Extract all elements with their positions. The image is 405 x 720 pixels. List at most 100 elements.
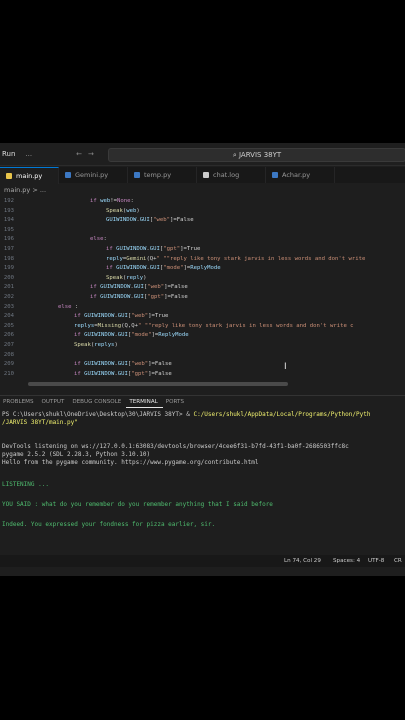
code-line[interactable]: 208 <box>0 351 405 359</box>
code-line[interactable]: 197 if GUIWINDOW.GUI["gpt"]=True <box>0 245 405 253</box>
code-token: GUI <box>117 361 128 368</box>
code-token: "web" <box>153 217 171 224</box>
panel-tab-terminal[interactable]: TERMINAL <box>126 396 163 408</box>
code-token: GUIWINDOW <box>106 217 137 224</box>
terminal-hello: Hello from the pygame community. https:/… <box>2 459 259 466</box>
code-text: else : <box>58 303 78 311</box>
panel-tab-ports[interactable]: PORTS <box>163 396 189 408</box>
code-token: ]=False <box>164 294 188 300</box>
code-token: GUIWINDOW <box>116 265 147 272</box>
code-token: GUIWINDOW <box>84 313 115 320</box>
code-token: ) <box>143 274 147 281</box>
code-token: GUIWINDOW <box>100 294 131 300</box>
tab-gemini-py[interactable]: Gemini.py <box>59 167 128 183</box>
code-token: : <box>71 303 79 310</box>
nav-arrows-icon[interactable]: ←→ <box>76 150 100 158</box>
status-spaces[interactable]: Spaces: 4 <box>333 558 360 564</box>
code-token: "mode" <box>131 332 152 339</box>
code-editor[interactable]: 192 if web!=None: 193 Speak(web) 194 GUIWINDO… <box>0 197 405 389</box>
code-token: " ""reply like tony stark jarvis in less… <box>156 255 366 262</box>
file-type-icon <box>65 172 71 178</box>
code-line[interactable]: 198 reply=Gemini(Q+" ""reply like tony st… <box>0 255 405 263</box>
code-line[interactable]: 210 if GUIWINDOW.GUI["gpt"]=False <box>0 370 405 378</box>
code-line[interactable]: 205 replys=Missing(Q,Q+" ""reply like ton… <box>0 322 405 330</box>
line-number: 204 <box>3 313 14 320</box>
code-token: reply <box>126 274 144 281</box>
code-line[interactable]: 194 GUIWINDOW.GUI["web"]=False <box>0 216 405 224</box>
panel-tab-output[interactable]: OUTPUT <box>39 396 70 408</box>
code-text: if web!=None: <box>90 197 134 205</box>
line-number: 192 <box>3 198 14 204</box>
terminal-script-path: /JARVIS 38YT/main.py" <box>2 419 78 426</box>
run-menu[interactable]: Run <box>2 150 15 158</box>
code-text: if GUIWINDOW.GUI["gpt"]=True <box>106 245 200 253</box>
command-search-box[interactable]: ⌕ JARVIS 38YT <box>108 148 405 162</box>
code-text: if GUIWINDOW.GUI["web"]=True <box>74 312 168 320</box>
code-token: "mode" <box>163 265 184 272</box>
horizontal-scrollbar[interactable] <box>28 382 288 386</box>
code-line[interactable]: 192 if web!=None: <box>0 197 405 205</box>
code-line[interactable]: 203 else : <box>0 303 405 311</box>
line-number: 196 <box>3 236 14 243</box>
code-token: replys <box>74 322 95 329</box>
tab-main-py[interactable]: main.py <box>0 167 59 184</box>
code-token: ) <box>136 207 140 214</box>
terminal-pygame: pygame 2.5.2 (SDL 2.28.3, Python 3.10.10… <box>2 451 151 458</box>
code-line[interactable]: 196 else: <box>0 235 405 243</box>
status-bar: Ln 74, Col 29 Spaces: 4 UTF-8 CR <box>0 555 405 567</box>
code-text: else: <box>90 235 107 243</box>
tab-chat-log[interactable]: chat.log <box>197 167 266 183</box>
status-cursor-position[interactable]: Ln 74, Col 29 <box>284 558 321 564</box>
code-token: (Q+ <box>146 255 157 262</box>
line-number: 197 <box>3 246 14 252</box>
line-number: 199 <box>3 265 14 272</box>
code-token: GUIWINDOW <box>84 370 115 377</box>
panel-tab-problems[interactable]: PROBLEMS <box>0 396 39 408</box>
code-line[interactable]: 206 if GUIWINDOW.GUI["mode"]=ReplyMode <box>0 331 405 339</box>
panel-tabs: PROBLEMS OUTPUT DEBUG CONSOLE TERMINAL PORTS <box>0 395 405 408</box>
code-token: else <box>58 303 72 310</box>
line-number: 205 <box>3 322 14 329</box>
code-line[interactable]: 204 if GUIWINDOW.GUI["web"]=True <box>0 312 405 320</box>
code-token: web <box>126 207 137 214</box>
code-line[interactable]: 199 if GUIWINDOW.GUI["mode"]=ReplyMode <box>0 264 405 272</box>
code-text: if GUIWINDOW.GUI["web"]=False <box>90 283 188 291</box>
code-token: GUI <box>139 217 150 224</box>
tab-label: Achar.py <box>282 171 311 179</box>
code-token: (Q,Q+ <box>121 322 139 329</box>
code-line[interactable]: 195 <box>0 226 405 234</box>
code-token: else <box>90 236 104 243</box>
code-token: "web" <box>147 284 165 291</box>
code-line[interactable]: 207 Speak(replys) <box>0 341 405 349</box>
terminal[interactable]: PS C:\Users\shukl\OneDrive\Desktop\30\JA… <box>0 411 405 561</box>
code-line[interactable]: 209 if GUIWINDOW.GUI["web"]=False <box>0 360 405 368</box>
code-text: reply=Gemini(Q+" ""reply like tony stark… <box>106 255 365 263</box>
code-token: if <box>106 246 117 252</box>
code-text: if GUIWINDOW.GUI["web"]=False <box>74 360 172 368</box>
status-encoding[interactable]: UTF-8 <box>368 558 384 564</box>
code-line[interactable]: 200 Speak(reply) <box>0 274 405 282</box>
line-number: 209 <box>3 361 14 368</box>
code-token: Speak <box>106 207 123 214</box>
line-number: 194 <box>3 217 14 224</box>
status-eol[interactable]: CR <box>394 558 402 564</box>
code-token: GUI <box>117 370 128 377</box>
panel-tab-debug-console[interactable]: DEBUG CONSOLE <box>69 396 126 408</box>
code-token: ]=False <box>148 361 172 368</box>
more-menu[interactable]: ... <box>25 150 32 158</box>
code-text: if GUIWINDOW.GUI["gpt"]=False <box>90 293 188 301</box>
code-line[interactable]: 201 if GUIWINDOW.GUI["web"]=False <box>0 283 405 291</box>
code-token: if <box>106 265 117 272</box>
tab-temp-py[interactable]: temp.py <box>128 167 197 183</box>
code-token: GUIWINDOW <box>116 246 147 252</box>
code-token: reply <box>106 255 123 262</box>
line-number: 193 <box>3 207 14 214</box>
breadcrumb[interactable]: main.py > ... <box>0 185 46 196</box>
code-line[interactable]: 193 Speak(web) <box>0 207 405 215</box>
search-label: JARVIS 38YT <box>238 151 282 159</box>
code-token: if <box>90 198 101 204</box>
code-line[interactable]: 202 if GUIWINDOW.GUI["gpt"]=False <box>0 293 405 301</box>
code-token: if <box>90 284 101 291</box>
code-token: GUI <box>117 332 128 339</box>
tab-achar-py[interactable]: Achar.py <box>266 167 335 183</box>
